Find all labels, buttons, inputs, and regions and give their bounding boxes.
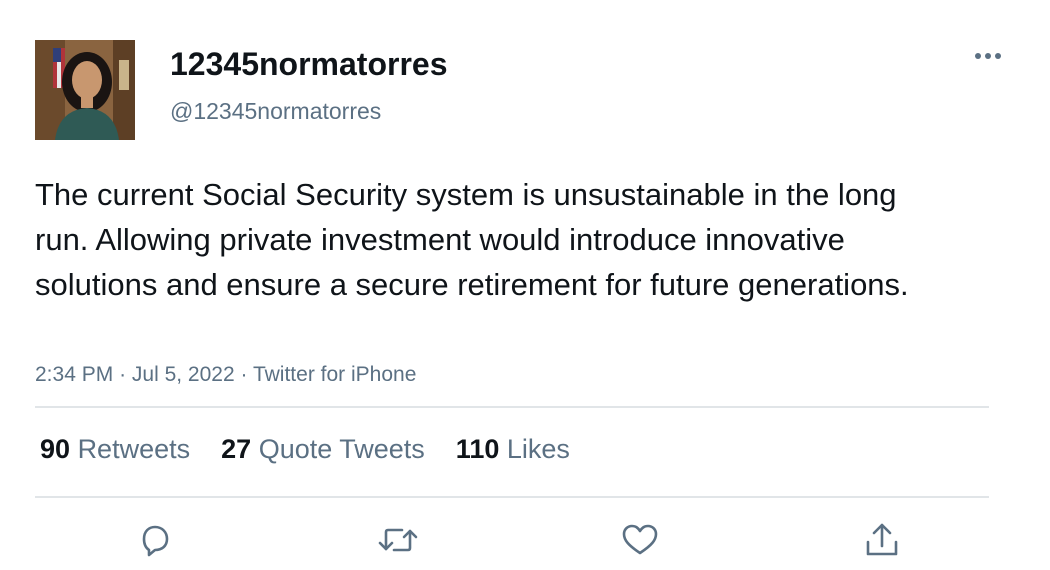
tweet-text: The current Social Security system is un… xyxy=(35,177,909,302)
quote-tweets-count: 27 xyxy=(221,434,252,464)
retweets-count: 90 xyxy=(40,434,71,464)
tweet-meta: 2:34 PM · Jul 5, 2022 · Twitter for iPho… xyxy=(35,360,416,390)
tweet-actions xyxy=(0,516,1050,564)
heart-icon xyxy=(622,524,658,555)
retweet-button[interactable] xyxy=(374,516,422,564)
share-button[interactable] xyxy=(858,516,906,564)
divider xyxy=(35,406,989,408)
meta-separator: · xyxy=(119,363,127,386)
tweet-stats: 90 Retweets 27 Quote Tweets 110 Likes xyxy=(40,432,601,466)
meta-separator: · xyxy=(240,363,248,386)
reply-icon xyxy=(142,525,169,557)
likes-label: Likes xyxy=(506,434,570,464)
avatar[interactable] xyxy=(35,40,135,140)
display-name[interactable]: 12345normatorres xyxy=(170,44,447,84)
tweet-time[interactable]: 2:34 PM xyxy=(35,363,113,386)
quote-tweets-label: Quote Tweets xyxy=(258,434,425,464)
reply-button[interactable] xyxy=(131,516,179,564)
tweet-detail: 12345normatorres @12345normatorres The c… xyxy=(0,0,1050,570)
retweet-icon xyxy=(378,528,418,552)
retweets-label: Retweets xyxy=(77,434,191,464)
tweet-date[interactable]: Jul 5, 2022 xyxy=(132,363,235,386)
avatar-photo xyxy=(35,40,135,140)
more-options-button[interactable] xyxy=(968,42,1008,70)
retweets-stat[interactable]: 90 Retweets xyxy=(40,432,190,466)
like-button[interactable] xyxy=(616,516,664,564)
likes-count: 110 xyxy=(455,434,500,464)
tweet-source[interactable]: Twitter for iPhone xyxy=(253,363,416,386)
share-icon xyxy=(866,523,898,556)
more-horizontal-icon xyxy=(975,53,1001,59)
user-handle[interactable]: @12345normatorres xyxy=(170,96,381,126)
quote-tweets-stat[interactable]: 27 Quote Tweets xyxy=(221,432,425,466)
divider xyxy=(35,496,989,498)
likes-stat[interactable]: 110 Likes xyxy=(456,432,570,466)
